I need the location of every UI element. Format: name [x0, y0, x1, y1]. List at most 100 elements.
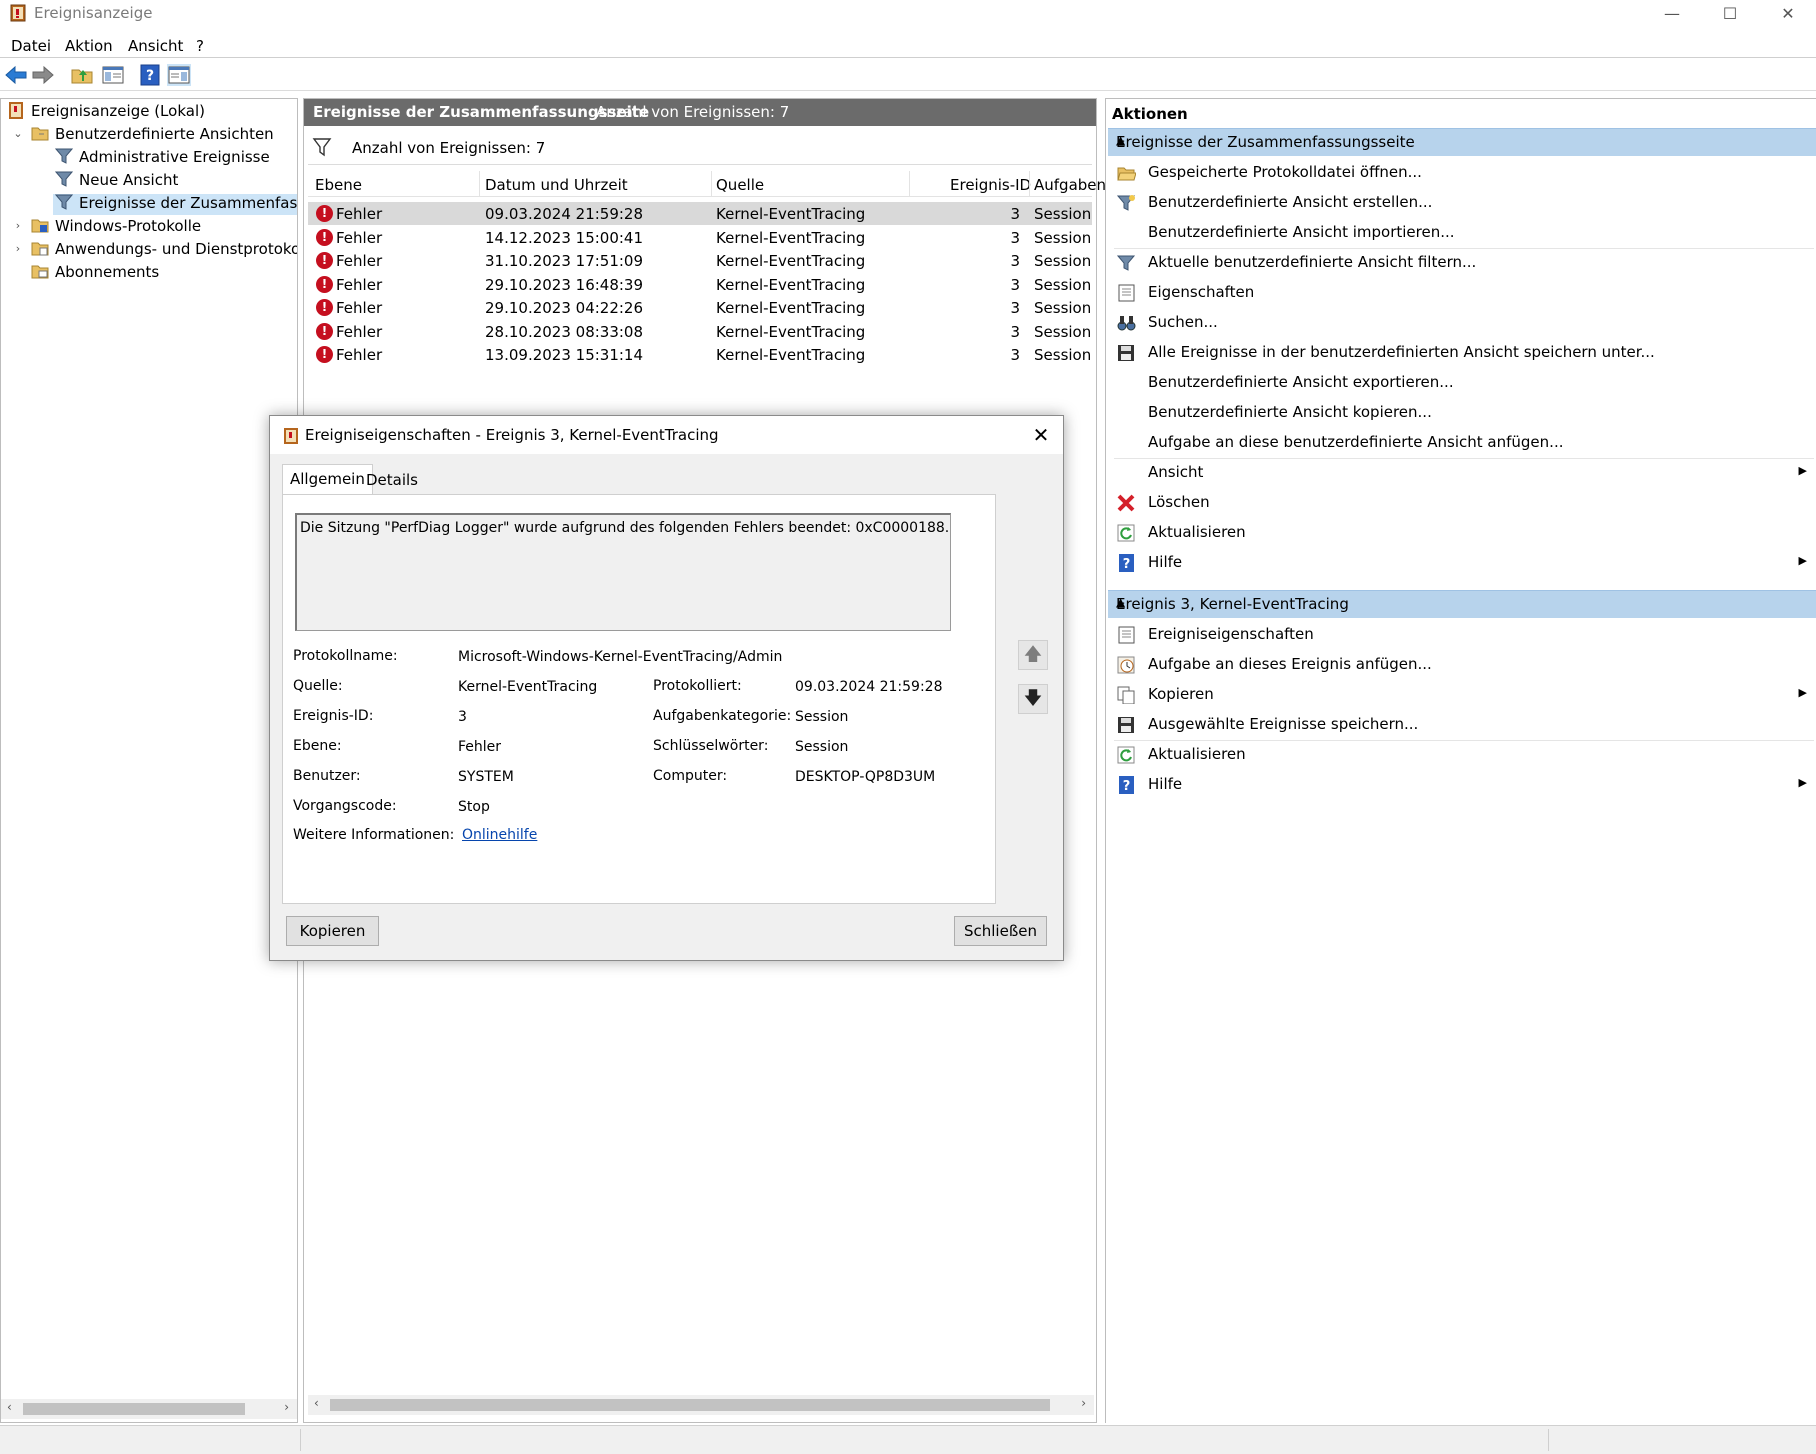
action-label: Benutzerdefinierte Ansicht erstellen...: [1148, 193, 1433, 211]
previous-event-button[interactable]: 🡅: [1018, 640, 1048, 670]
tree-item-custom-views[interactable]: ⌄ Benutzerdefinierte Ansichten: [13, 125, 273, 146]
actions-section-summary[interactable]: Ereignisse der Zusammenfassungsseite ▲: [1108, 128, 1816, 156]
tab-details[interactable]: Details: [359, 466, 425, 494]
action-save-selected-events[interactable]: Ausgewählte Ereignisse speichern...: [1108, 711, 1816, 739]
menu-help[interactable]: ?: [196, 37, 204, 55]
scroll-left-icon[interactable]: ‹: [7, 1400, 12, 1414]
show-hide-action-pane-icon[interactable]: [167, 64, 191, 86]
table-row[interactable]: ! Fehler 14.12.2023 15:00:41 Kernel-EventTr…: [308, 226, 1092, 249]
column-header-task[interactable]: Aufgaben: [1034, 176, 1106, 194]
action-help[interactable]: ? Hilfe ▶: [1108, 549, 1816, 577]
close-window-button[interactable]: ✕: [1759, 0, 1816, 27]
folder-up-icon[interactable]: [70, 64, 94, 86]
table-row[interactable]: ! Fehler 29.10.2023 04:22:26 Kernel-EventTr…: [308, 296, 1092, 319]
maximize-button[interactable]: ☐: [1701, 0, 1759, 27]
action-view-menu[interactable]: Ansicht ▶: [1108, 459, 1816, 487]
tree-item-summary-events[interactable]: Ereignisse der Zusammenfassung: [53, 194, 297, 215]
action-properties[interactable]: Eigenschaften: [1108, 279, 1816, 307]
forward-arrow-icon[interactable]: [31, 64, 55, 86]
action-export-custom-view[interactable]: Benutzerdefinierte Ansicht exportieren..…: [1108, 369, 1816, 397]
tree-item-app-logs[interactable]: › Anwendungs- und Dienstprotokolle: [16, 240, 297, 261]
collapse-icon[interactable]: ▲: [1116, 595, 1807, 609]
action-delete[interactable]: Löschen: [1108, 489, 1816, 517]
tree-horizontal-scrollbar[interactable]: ‹ ›: [1, 1399, 297, 1419]
tree-item-new-view[interactable]: Neue Ansicht: [55, 171, 178, 192]
tree-item-root[interactable]: Ereignisanzeige (Lokal): [7, 102, 205, 123]
action-event-properties[interactable]: Ereigniseigenschaften: [1108, 621, 1816, 649]
events-pane-header: Ereignisse der Zusammenfassungsseite Anz…: [304, 99, 1096, 126]
close-button[interactable]: Schließen: [954, 916, 1047, 946]
chevron-right-icon[interactable]: ›: [11, 219, 25, 232]
table-row[interactable]: ! Fehler 31.10.2023 17:51:09 Kernel-EventTr…: [308, 249, 1092, 272]
action-import-custom-view[interactable]: Benutzerdefinierte Ansicht importieren..…: [1108, 219, 1816, 247]
computer-value: DESKTOP-QP8D3UM: [795, 769, 936, 785]
help-icon: ?: [1119, 776, 1134, 794]
action-label: Benutzerdefinierte Ansicht kopieren...: [1148, 403, 1432, 421]
dialog-close-icon[interactable]: ✕: [1019, 416, 1063, 454]
action-save-all-events[interactable]: Alle Ereignisse in der benutzerdefiniert…: [1108, 339, 1816, 367]
collapse-icon[interactable]: ▲: [1116, 133, 1807, 147]
tree-item-windows-logs[interactable]: › Windows-Protokolle: [16, 217, 201, 238]
event-message: Die Sitzung "PerfDiag Logger" wurde aufg…: [300, 520, 950, 536]
action-label: Aufgabe an diese benutzerdefinierte Ansi…: [1148, 433, 1564, 451]
table-row[interactable]: ! Fehler 29.10.2023 16:48:39 Kernel-EventTr…: [308, 273, 1092, 296]
menu-datei[interactable]: Datei: [11, 37, 51, 55]
back-arrow-icon[interactable]: [4, 64, 28, 86]
event-viewer-icon: [9, 102, 23, 119]
svg-text:?: ?: [1123, 779, 1131, 794]
delete-icon: [1117, 494, 1135, 512]
chevron-down-icon[interactable]: ⌄: [11, 127, 25, 140]
scroll-right-icon[interactable]: ›: [284, 1400, 289, 1414]
table-row[interactable]: ! Fehler 09.03.2024 21:59:28 Kernel-EventTr…: [308, 202, 1092, 225]
action-copy[interactable]: Kopieren ▶: [1108, 681, 1816, 709]
action-copy-custom-view[interactable]: Benutzerdefinierte Ansicht kopieren...: [1108, 399, 1816, 427]
show-hide-tree-icon[interactable]: [101, 64, 125, 86]
log-name-value: Microsoft-Windows-Kernel-EventTracing/Ad…: [458, 649, 783, 665]
online-help-link[interactable]: Onlinehilfe: [462, 827, 537, 843]
scroll-right-icon[interactable]: ›: [1081, 1396, 1086, 1410]
action-attach-task-to-event[interactable]: Aufgabe an dieses Ereignis anfügen...: [1108, 651, 1816, 679]
column-header-level[interactable]: Ebene: [315, 176, 362, 194]
column-header-datetime[interactable]: Datum und Uhrzeit: [485, 176, 628, 194]
action-refresh[interactable]: Aktualisieren: [1108, 741, 1816, 769]
scrollbar-thumb[interactable]: [23, 1403, 245, 1415]
next-event-button[interactable]: 🡇: [1018, 684, 1048, 714]
copy-button[interactable]: Kopieren: [286, 916, 379, 946]
open-folder-icon: [1117, 167, 1136, 181]
action-help[interactable]: ? Hilfe ▶: [1108, 771, 1816, 799]
status-divider: [1548, 1429, 1549, 1451]
action-find[interactable]: Suchen...: [1108, 309, 1816, 337]
action-filter-current-view[interactable]: Aktuelle benutzerdefinierte Ansicht filt…: [1108, 249, 1816, 277]
action-refresh[interactable]: Aktualisieren: [1108, 519, 1816, 547]
action-label: Alle Ereignisse in der benutzerdefiniert…: [1148, 343, 1655, 361]
column-header-event-id[interactable]: Ereignis-ID: [950, 176, 1031, 194]
actions-section-event[interactable]: Ereignis 3, Kernel-EventTracing ▲: [1108, 590, 1816, 618]
error-icon: !: [316, 323, 333, 340]
action-open-saved-log[interactable]: Gespeicherte Protokolldatei öffnen...: [1108, 159, 1816, 187]
minimize-button[interactable]: —: [1643, 0, 1701, 27]
arrow-down-icon: 🡇: [1023, 688, 1043, 709]
scroll-left-icon[interactable]: ‹: [314, 1396, 319, 1410]
menu-ansicht[interactable]: Ansicht: [128, 37, 183, 55]
chevron-right-icon[interactable]: ›: [11, 242, 25, 255]
tree-item-subscriptions[interactable]: Abonnements: [31, 263, 159, 284]
binoculars-icon: [1117, 316, 1136, 331]
help-icon[interactable]: ?: [138, 64, 162, 86]
events-horizontal-scrollbar[interactable]: ‹ ›: [308, 1395, 1094, 1415]
action-label: Kopieren: [1148, 685, 1214, 703]
tree-item-admin-events[interactable]: Administrative Ereignisse: [55, 148, 270, 169]
cell-task: Session: [1034, 276, 1092, 294]
table-row[interactable]: ! Fehler 28.10.2023 08:33:08 Kernel-EventTr…: [308, 320, 1092, 343]
cell-level: Fehler: [336, 323, 383, 341]
action-attach-task-to-view[interactable]: Aufgabe an diese benutzerdefinierte Ansi…: [1108, 429, 1816, 457]
scrollbar-thumb[interactable]: [330, 1399, 1050, 1411]
column-header-source[interactable]: Quelle: [716, 176, 764, 194]
cell-task: Session: [1034, 323, 1092, 341]
event-message-box[interactable]: Die Sitzung "PerfDiag Logger" wurde aufg…: [295, 513, 951, 631]
error-icon: !: [316, 205, 333, 222]
action-create-custom-view[interactable]: Benutzerdefinierte Ansicht erstellen...: [1108, 189, 1816, 217]
menu-aktion[interactable]: Aktion: [65, 37, 113, 55]
keywords-label: Schlüsselwörter:: [653, 738, 769, 754]
table-row[interactable]: ! Fehler 13.09.2023 15:31:14 Kernel-EventTr…: [308, 343, 1092, 366]
filter-icon: [55, 194, 73, 210]
